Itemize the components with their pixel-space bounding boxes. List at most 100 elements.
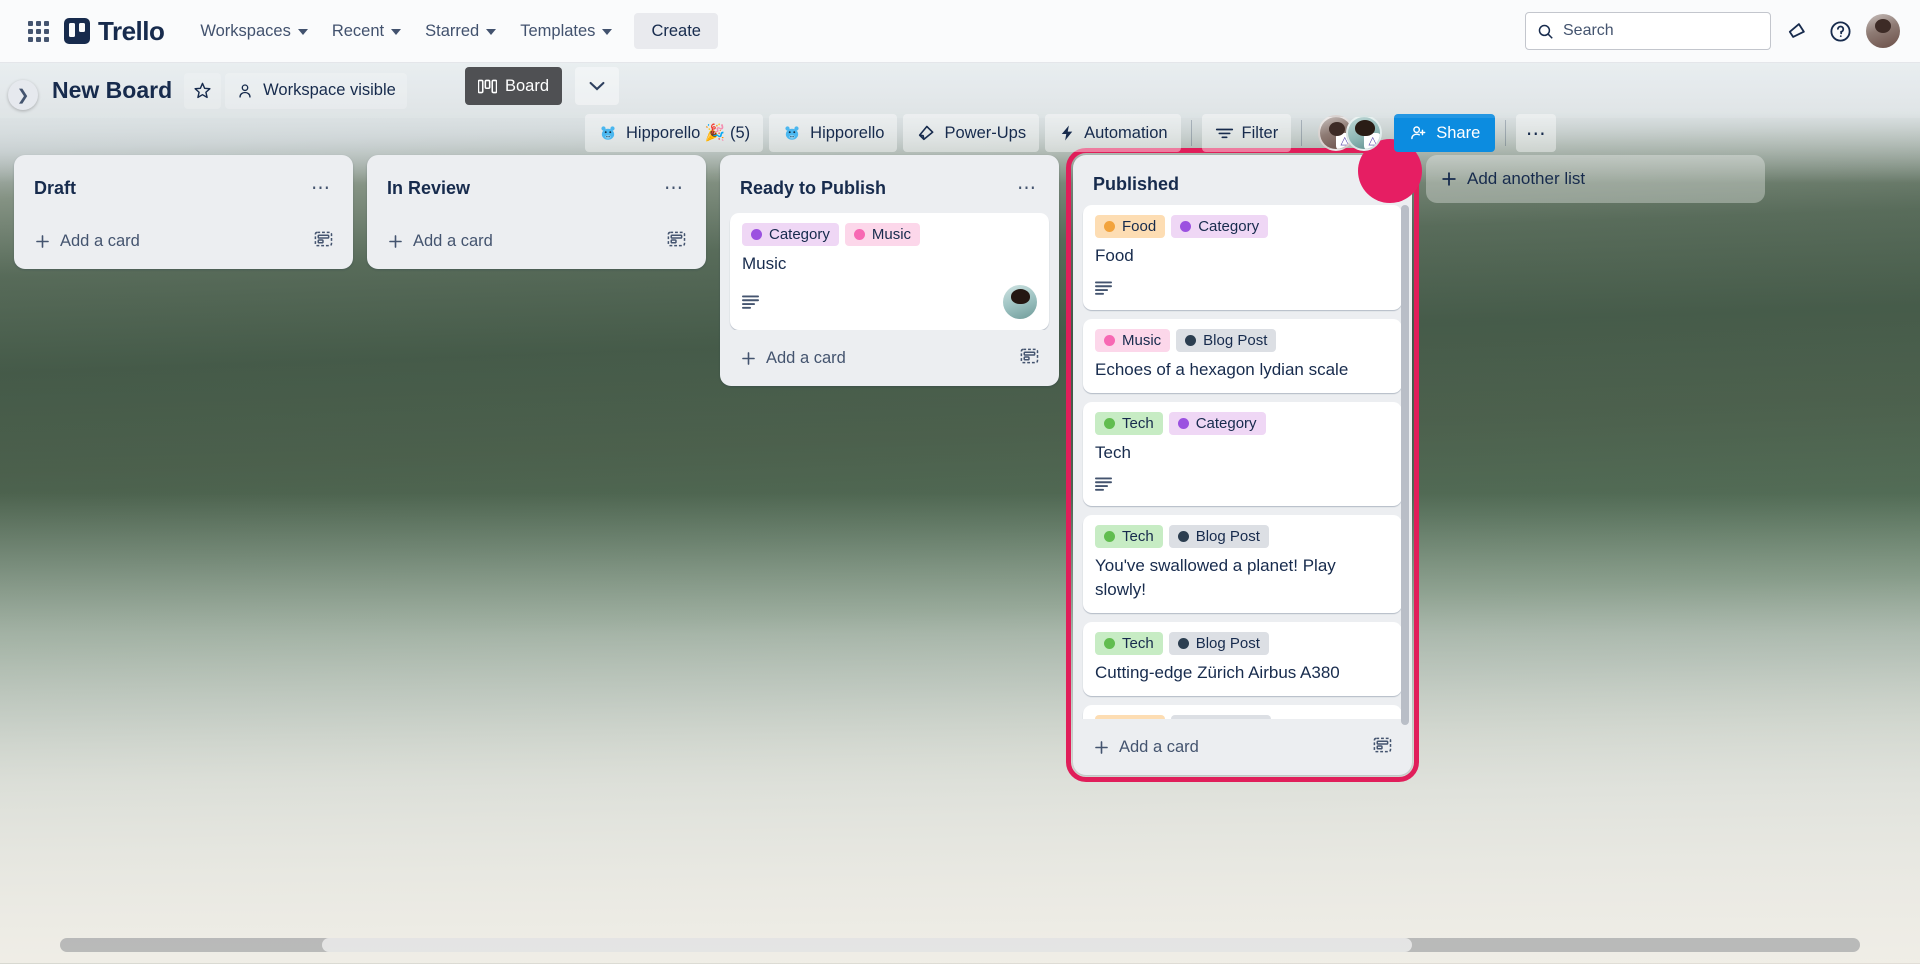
star-board-button[interactable] [184,72,222,109]
card-echoes-of-a-hexagon-lydian-scale[interactable]: Music Blog Post Echoes of a hexagon lydi… [1083,318,1402,393]
board-title[interactable]: New Board [44,73,180,108]
label-tech[interactable]: Tech [1095,411,1163,435]
board-lists-container: Draft ⋯ Add a card In Review ⋯ Add a car… [0,139,1920,915]
label-text: Food [1122,718,1156,719]
horizontal-board-scrollbar[interactable] [60,938,1860,952]
bolt-icon [1061,125,1073,141]
add-card-button[interactable]: Add a card [1081,726,1404,769]
label-text: Tech [1122,528,1154,546]
filter-icon [1215,128,1233,139]
nav-item-starred[interactable]: Starred [413,14,508,48]
help-circle-icon[interactable] [1823,14,1857,48]
card-youve-swallowed-a-planet[interactable]: Tech Blog Post You've swallowed a planet… [1083,515,1402,613]
label-tech[interactable]: Tech [1095,631,1163,655]
label-blog-post[interactable]: Blog Post [1171,714,1272,719]
filter-button[interactable]: Filter [1201,114,1292,152]
account-avatar[interactable] [1866,14,1900,48]
add-another-list-label: Add another list [1467,169,1586,188]
power-ups-button[interactable]: Power-Ups [903,114,1040,152]
nav-item-workspaces[interactable]: Workspaces [188,14,319,48]
card-template-icon[interactable] [665,230,686,253]
card-cutting-edge-zurich-airbus[interactable]: Tech Blog Post Cutting-edge Zürich Airbu… [1083,621,1402,696]
card-badges [1095,473,1390,495]
member-avatar-2[interactable]: △ [1346,115,1383,151]
hippo-icon [601,126,615,140]
plus-icon [742,351,755,365]
add-card-button[interactable]: Add a card [375,220,698,263]
label-dot [853,229,865,240]
nav-item-templates[interactable]: Templates [508,14,624,48]
label-blog-post[interactable]: Blog Post [1176,328,1277,352]
apps-grid-icon[interactable] [22,15,54,47]
card-tech[interactable]: Tech Category Tech [1083,401,1402,507]
sidebar-expand-button[interactable]: ❯ [8,80,38,110]
card-food[interactable]: Food Category Food [1083,205,1402,310]
card-title: Music [742,254,787,273]
description-icon [742,295,759,309]
share-button[interactable]: Share [1394,114,1496,152]
search-input[interactable]: Search [1525,12,1771,50]
card-template-icon[interactable] [1371,736,1392,759]
hipporello-inbox-button[interactable]: Hipporello 🎉 (5) [585,114,764,152]
person-icon [239,83,251,98]
label-blog-post[interactable]: Blog Post [1168,525,1269,549]
list-in-review[interactable]: In Review ⋯ Add a card [367,155,706,269]
card-badges [1095,277,1390,299]
list-title[interactable]: In Review [387,178,658,199]
list-menu-button[interactable]: ⋯ [1011,172,1043,204]
label-category[interactable]: Category [742,223,839,246]
nav-item-recent[interactable]: Recent [320,14,413,48]
horizontal-scrollbar-thumb[interactable] [322,938,1412,952]
label-dot [751,229,762,240]
list-draft[interactable]: Draft ⋯ Add a card [14,155,353,269]
label-text: Blog Post [1195,528,1260,546]
card-template-icon[interactable] [312,230,333,253]
label-food[interactable]: Food [1095,714,1166,719]
plus-icon [36,235,49,248]
automation-button[interactable]: Automation [1045,114,1181,152]
label-blog-post[interactable]: Blog Post [1168,631,1269,655]
chevron-down-icon [602,29,613,35]
hipporello-inbox-label: Hipporello 🎉 (5) [626,123,751,142]
card-music[interactable]: Category Music Music [730,213,1049,330]
hipporello-button[interactable]: Hipporello [769,114,898,152]
card-i-love-cheese[interactable]: Food Blog Post I love cheese, especially [1083,704,1402,719]
label-category[interactable]: Category [1171,215,1269,238]
trello-logo[interactable]: Trello [64,16,165,47]
list-title[interactable]: Ready to Publish [740,178,1011,199]
workspace-badge-icon: △ [1364,133,1381,149]
label-category[interactable]: Category [1168,411,1266,435]
label-music[interactable]: Music [844,223,921,246]
top-nav-right-group: Search [1525,12,1906,50]
create-button[interactable]: Create [634,13,718,49]
add-card-button[interactable]: Add a card [728,337,1051,380]
label-dot [1104,417,1115,429]
list-title[interactable]: Published [1093,174,1396,195]
label-tech[interactable]: Tech [1095,525,1163,549]
list-cards: Category Music Music [728,213,1051,330]
label-food[interactable]: Food [1095,215,1166,238]
add-card-button[interactable]: Add a card [22,220,345,263]
label-music[interactable]: Music [1095,328,1171,352]
notification-bell-icon[interactable] [1780,14,1814,48]
board-menu-button[interactable]: ⋯ [1516,114,1557,152]
board-visibility-button[interactable]: Workspace visible [225,72,407,109]
list-scrollbar-thumb[interactable] [1401,205,1409,725]
label-text: Category [769,226,830,243]
label-dot [1104,221,1115,232]
list-menu-button[interactable]: ⋯ [658,172,690,204]
list-menu-button[interactable]: ⋯ [305,172,337,204]
list-header: Draft ⋯ [22,163,345,213]
label-text: Blog Post [1198,718,1262,719]
list-scrollbar[interactable] [1401,205,1409,725]
list-title[interactable]: Draft [34,178,305,199]
add-another-list-button[interactable]: Add another list [1426,155,1765,203]
toolbar-divider [1190,120,1192,146]
list-ready-to-publish[interactable]: Ready to Publish ⋯ Category Music Music [720,155,1059,386]
trello-mark-icon [64,18,90,44]
label-dot [1104,637,1115,649]
hipporello-label: Hipporello [810,123,885,142]
card-template-icon[interactable] [1018,347,1039,370]
list-published[interactable]: Published Food Category Food Music Blog … [1066,139,1422,782]
card-member-avatar[interactable] [1003,284,1037,319]
